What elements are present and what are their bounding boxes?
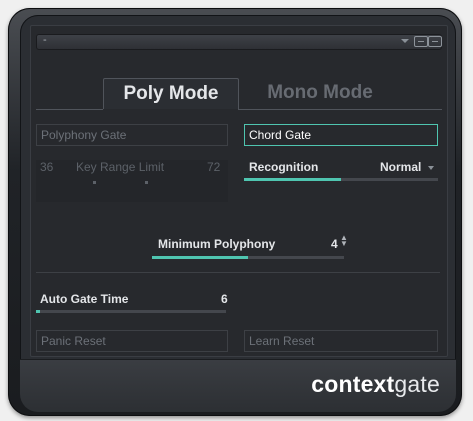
tab-divider <box>36 109 103 110</box>
auto-gate-time-slider[interactable] <box>36 310 226 313</box>
minimum-polyphony-value[interactable]: 4 <box>331 237 338 251</box>
preset-selector[interactable]: - <box>36 34 442 50</box>
tab-mono-mode[interactable]: Mono Mode <box>245 78 395 108</box>
spinner-arrows-icon[interactable]: ▲ ▼ <box>340 234 348 248</box>
main-panel: - Poly Mode Mono Mode Polyphony Gate Cho… <box>30 25 448 357</box>
key-range-low-handle[interactable] <box>93 181 96 184</box>
recognition-dropdown[interactable]: Normal <box>380 160 421 174</box>
load-preset-icon[interactable] <box>414 36 428 47</box>
save-preset-icon[interactable] <box>428 36 442 47</box>
key-range-limit[interactable]: 36 Key Range Limit 72 <box>36 160 228 202</box>
preset-name: - <box>43 34 47 46</box>
minimum-polyphony-slider[interactable] <box>152 256 344 259</box>
polyphony-gate-toggle[interactable]: Polyphony Gate <box>36 124 228 146</box>
context-gate-logo: contextgate <box>311 371 440 398</box>
auto-gate-time-slider-fill <box>36 310 40 313</box>
tab-divider <box>238 109 442 110</box>
tab-poly-mode[interactable]: Poly Mode <box>103 78 239 109</box>
learn-reset-button[interactable]: Learn Reset <box>244 330 438 352</box>
section-divider <box>36 272 440 273</box>
logo-bold: context <box>311 371 395 397</box>
recognition-slider-fill <box>244 178 341 181</box>
key-range-high[interactable]: 72 <box>207 160 220 174</box>
chevron-down-icon[interactable] <box>428 166 434 170</box>
minimum-polyphony-slider-fill <box>152 256 248 259</box>
panic-reset-button[interactable]: Panic Reset <box>36 330 228 352</box>
logo-normal: gate <box>394 371 440 397</box>
key-range-label: Key Range Limit <box>76 160 165 174</box>
key-range-low[interactable]: 36 <box>40 160 53 174</box>
chord-gate-toggle[interactable]: Chord Gate <box>244 124 438 146</box>
recognition-label: Recognition <box>249 160 319 174</box>
plugin-window: - Poly Mode Mono Mode Polyphony Gate Cho… <box>20 15 456 412</box>
footer-bar: contextgate <box>20 359 456 412</box>
auto-gate-time-value[interactable]: 6 <box>221 292 228 306</box>
auto-gate-time-label: Auto Gate Time <box>40 292 129 306</box>
minimum-polyphony-label: Minimum Polyphony <box>158 237 276 251</box>
key-range-high-handle[interactable] <box>145 181 148 184</box>
recognition-slider[interactable] <box>244 178 438 181</box>
chevron-down-icon[interactable] <box>401 39 409 43</box>
